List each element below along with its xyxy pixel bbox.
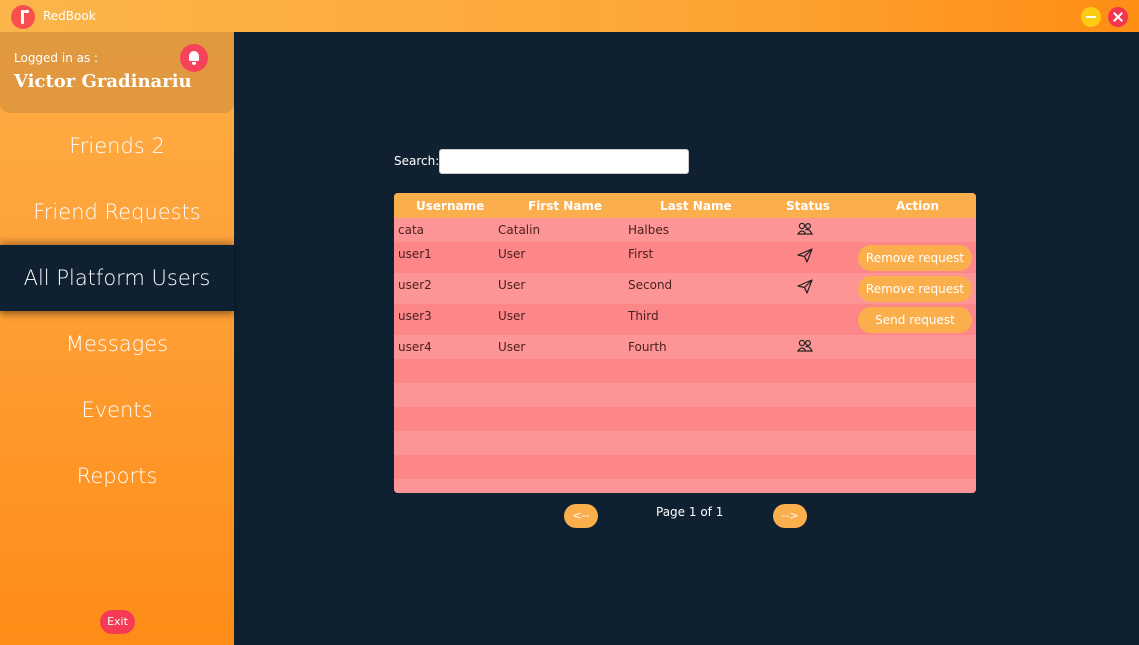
cell-username: user2 bbox=[398, 278, 432, 292]
column-header-action[interactable]: Action bbox=[896, 199, 939, 213]
search-input[interactable] bbox=[439, 149, 689, 174]
minimize-button[interactable] bbox=[1081, 7, 1101, 27]
column-header-last-name[interactable]: Last Name bbox=[660, 199, 732, 213]
sidebar-item-friend-requests[interactable]: Friend Requests bbox=[0, 179, 234, 245]
users-table: Username First Name Last Name Status Act… bbox=[394, 193, 976, 493]
sidebar: Logged in as : Victor Gradinariu Friends… bbox=[0, 32, 234, 645]
search-label: Search: bbox=[394, 154, 440, 168]
column-header-status[interactable]: Status bbox=[786, 199, 830, 213]
next-page-button[interactable]: --> bbox=[773, 504, 807, 528]
cell-first-name: User bbox=[498, 247, 526, 261]
sent-request-icon bbox=[797, 279, 813, 294]
cell-last-name: First bbox=[628, 247, 654, 261]
table-row[interactable]: user2 User Second Remove request bbox=[394, 273, 976, 304]
app-title: RedBook bbox=[43, 9, 96, 23]
empty-row bbox=[394, 407, 976, 431]
exit-button[interactable]: Exit bbox=[100, 610, 135, 634]
cell-last-name: Halbes bbox=[628, 223, 669, 237]
table-row[interactable]: cata Catalin Halbes bbox=[394, 218, 976, 242]
sidebar-item-friends[interactable]: Friends 2 bbox=[0, 113, 234, 179]
cell-first-name: User bbox=[498, 278, 526, 292]
empty-row bbox=[394, 431, 976, 455]
empty-row bbox=[394, 359, 976, 383]
sent-request-icon bbox=[797, 248, 813, 263]
close-button[interactable] bbox=[1108, 7, 1128, 27]
friends-icon bbox=[797, 222, 813, 235]
table-row[interactable]: user4 User Fourth bbox=[394, 335, 976, 359]
app-logo-icon bbox=[11, 5, 35, 29]
user-name: Victor Gradinariu bbox=[14, 71, 192, 92]
logged-in-label: Logged in as : bbox=[14, 51, 99, 65]
sidebar-item-messages[interactable]: Messages bbox=[0, 311, 234, 377]
sidebar-item-reports[interactable]: Reports bbox=[0, 443, 234, 509]
table-row[interactable]: user3 User Third Send request bbox=[394, 304, 976, 335]
friends-icon bbox=[797, 339, 813, 352]
cell-last-name: Third bbox=[628, 309, 659, 323]
cell-username: user3 bbox=[398, 309, 432, 323]
user-panel: Logged in as : Victor Gradinariu bbox=[0, 32, 234, 113]
notification-bell-icon[interactable] bbox=[180, 44, 208, 72]
sidebar-item-events[interactable]: Events bbox=[0, 377, 234, 443]
table-row[interactable]: user1 User First Remove request bbox=[394, 242, 976, 273]
title-bar: RedBook bbox=[0, 0, 1139, 32]
page-indicator: Page 1 of 1 bbox=[656, 505, 724, 519]
cell-username: user4 bbox=[398, 340, 432, 354]
empty-row bbox=[394, 383, 976, 407]
previous-page-button[interactable]: <-- bbox=[564, 504, 598, 528]
table-header: Username First Name Last Name Status Act… bbox=[394, 193, 976, 218]
empty-row bbox=[394, 455, 976, 479]
cell-first-name: User bbox=[498, 340, 526, 354]
send-request-button[interactable]: Send request bbox=[858, 307, 972, 333]
sidebar-item-all-platform-users[interactable]: All Platform Users bbox=[0, 245, 234, 311]
empty-row bbox=[394, 479, 976, 493]
cell-username: user1 bbox=[398, 247, 432, 261]
remove-request-button[interactable]: Remove request bbox=[858, 276, 972, 302]
column-header-username[interactable]: Username bbox=[416, 199, 484, 213]
cell-first-name: User bbox=[498, 309, 526, 323]
cell-username: cata bbox=[398, 223, 425, 237]
cell-first-name: Catalin bbox=[498, 223, 541, 237]
remove-request-button[interactable]: Remove request bbox=[858, 245, 972, 271]
cell-last-name: Second bbox=[628, 278, 673, 292]
cell-last-name: Fourth bbox=[628, 340, 667, 354]
column-header-first-name[interactable]: First Name bbox=[528, 199, 602, 213]
